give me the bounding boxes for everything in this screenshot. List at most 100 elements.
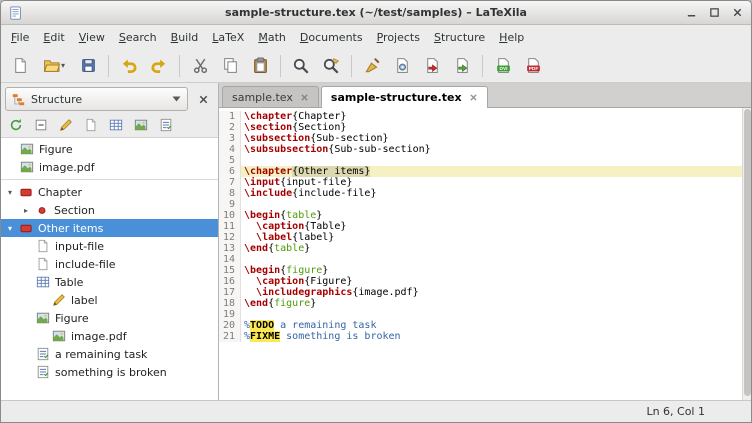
structure-item-input-file[interactable]: input-file: [1, 237, 218, 255]
new-document-button[interactable]: [5, 52, 35, 80]
image-icon: [20, 160, 34, 174]
toolbar-separator: [280, 55, 281, 77]
convert-dvi-pdf-button[interactable]: [447, 52, 477, 80]
close-icon: [198, 94, 209, 105]
cut-button[interactable]: [185, 52, 215, 80]
open-document-button[interactable]: ▾: [35, 52, 73, 80]
code-text[interactable]: \caption{Table}: [241, 221, 742, 232]
search-button[interactable]: [286, 52, 316, 80]
menu-help[interactable]: Help: [492, 27, 531, 48]
sidebar-separator: [1, 179, 218, 180]
section-dot-icon: [36, 205, 49, 216]
code-text[interactable]: \subsubsection{Sub-sub-section}: [241, 144, 742, 155]
save-button[interactable]: [73, 52, 103, 80]
minimize-button[interactable]: [686, 7, 697, 18]
collapse-all-button[interactable]: [30, 115, 52, 134]
code-text[interactable]: \include{include-file}: [241, 188, 742, 199]
code-text[interactable]: %TODO a remaining task: [241, 320, 742, 331]
undo-button[interactable]: [114, 52, 144, 80]
redo-button[interactable]: [144, 52, 174, 80]
structure-item-section[interactable]: ▸Section: [1, 201, 218, 219]
list-item-figure[interactable]: Figure: [1, 140, 218, 158]
view-pdf-button[interactable]: PDF: [518, 52, 548, 80]
line-number: 10: [219, 210, 241, 221]
structure-item-label[interactable]: label: [1, 291, 218, 309]
code-area[interactable]: 1\chapter{Chapter}2\section{Section}3\su…: [219, 108, 742, 400]
menu-edit[interactable]: Edit: [36, 27, 71, 48]
compile-latex-button[interactable]: [387, 52, 417, 80]
code-token: {label}: [292, 232, 334, 243]
panel-selector[interactable]: Structure: [5, 87, 188, 111]
code-line: 5: [219, 155, 742, 166]
code-text[interactable]: \caption{Figure}: [241, 276, 742, 287]
menu-build[interactable]: Build: [164, 27, 206, 48]
code-text[interactable]: \begin{figure}: [241, 265, 742, 276]
structure-item-something-is-broken[interactable]: something is broken: [1, 363, 218, 381]
structure-item-include-file[interactable]: include-file: [1, 255, 218, 273]
list-item-image-pdf[interactable]: image.pdf: [1, 158, 218, 176]
titlebar[interactable]: sample-structure.tex (~/test/samples) – …: [1, 1, 751, 25]
code-token: \caption: [256, 276, 304, 287]
include-filter-button[interactable]: [80, 115, 102, 134]
clean-build-button[interactable]: [357, 52, 387, 80]
sidebar-close-button[interactable]: [192, 88, 214, 110]
expander-open-icon[interactable]: ▾: [5, 188, 15, 197]
menu-file[interactable]: File: [4, 27, 36, 48]
view-dvi-button[interactable]: DVI: [488, 52, 518, 80]
menu-latex[interactable]: LaTeX: [205, 27, 251, 48]
tab-sample-structure-tex[interactable]: sample-structure.tex: [321, 86, 488, 108]
image-filter-button[interactable]: [130, 115, 152, 134]
code-text[interactable]: \label{label}: [241, 232, 742, 243]
structure-item-chapter[interactable]: ▾Chapter: [1, 183, 218, 201]
scrollbar-thumb[interactable]: [744, 109, 751, 396]
paste-button[interactable]: [245, 52, 275, 80]
structure-item-other-items[interactable]: ▾Other items: [1, 219, 218, 237]
menu-projects[interactable]: Projects: [370, 27, 427, 48]
code-text[interactable]: [241, 309, 742, 320]
code-text[interactable]: \input{input-file}: [241, 177, 742, 188]
structure-item-image-pdf[interactable]: image.pdf: [1, 327, 218, 345]
copy-button[interactable]: [215, 52, 245, 80]
menu-documents[interactable]: Documents: [293, 27, 370, 48]
tab-close-button[interactable]: [300, 93, 309, 102]
code-token: table: [274, 243, 304, 254]
expander-collapsed-icon[interactable]: ▸: [21, 206, 31, 215]
code-text[interactable]: \begin{table}: [241, 210, 742, 221]
code-text[interactable]: \section{Section}: [241, 122, 742, 133]
refresh-button[interactable]: [5, 115, 27, 134]
code-text[interactable]: \includegraphics{image.pdf}: [241, 287, 742, 298]
code-text[interactable]: [241, 155, 742, 166]
compile-pdflatex-button[interactable]: [417, 52, 447, 80]
code-text[interactable]: \end{figure}: [241, 298, 742, 309]
close-button[interactable]: [732, 7, 743, 18]
todo-filter-button[interactable]: [155, 115, 177, 134]
table-filter-button[interactable]: [105, 115, 127, 134]
search-replace-button[interactable]: [316, 52, 346, 80]
tab-close-button[interactable]: [469, 93, 478, 102]
label-filter-button[interactable]: [55, 115, 77, 134]
code-text[interactable]: \end{table}: [241, 243, 742, 254]
code-text[interactable]: [241, 254, 742, 265]
code-text[interactable]: \chapter{Other items}: [241, 166, 742, 177]
expander-open-icon[interactable]: ▾: [5, 224, 15, 233]
menu-math[interactable]: Math: [251, 27, 293, 48]
toolbar-separator: [108, 55, 109, 77]
sidebar-list: Figureimage.pdf: [1, 140, 218, 176]
code-text[interactable]: \subsection{Sub-section}: [241, 133, 742, 144]
code-token: \end: [244, 298, 268, 309]
tab-sample-tex[interactable]: sample.tex: [222, 86, 319, 107]
menu-view[interactable]: View: [72, 27, 112, 48]
structure-item-a-remaining-task[interactable]: a remaining task: [1, 345, 218, 363]
line-number: 8: [219, 188, 241, 199]
editor-scrollbar[interactable]: [742, 108, 751, 400]
menu-search[interactable]: Search: [112, 27, 164, 48]
code-text[interactable]: \chapter{Chapter}: [241, 111, 742, 122]
structure-item-figure[interactable]: Figure: [1, 309, 218, 327]
structure-item-table[interactable]: Table: [1, 273, 218, 291]
maximize-button[interactable]: [709, 7, 720, 18]
svg-text:DVI: DVI: [499, 66, 507, 72]
menu-structure[interactable]: Structure: [427, 27, 492, 48]
code-text[interactable]: [241, 199, 742, 210]
code-token: \subsection: [244, 133, 310, 144]
code-text[interactable]: %FIXME something is broken: [241, 331, 742, 342]
